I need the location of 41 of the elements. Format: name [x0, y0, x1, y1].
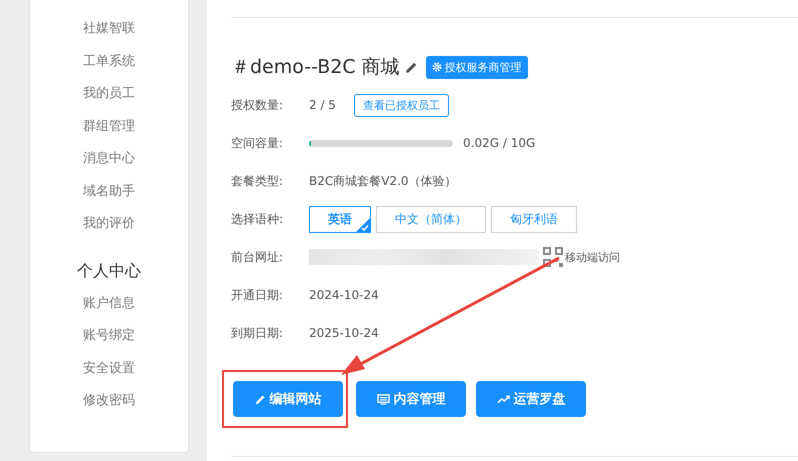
field-label: 开通日期:: [231, 286, 284, 304]
field-label: 套餐类型:: [231, 172, 284, 190]
site-title: ＃demo--B2C 商城: [231, 55, 400, 80]
field-label: 前台网址:: [231, 248, 284, 266]
sidebar-item[interactable]: 账号绑定: [83, 328, 135, 344]
pencil-icon: [254, 394, 266, 404]
sidebar-item[interactable]: 安全设置: [83, 360, 135, 376]
mobile-access-link[interactable]: 移动端访问: [565, 250, 620, 264]
field-label: 到期日期:: [231, 324, 284, 342]
license-count: 2 / 5: [309, 98, 336, 112]
sidebar-item[interactable]: 社媒智联: [83, 21, 135, 37]
check-icon: [356, 218, 370, 232]
action-button[interactable]: 运营罗盘: [476, 381, 586, 417]
trend-icon: [496, 394, 510, 404]
qr-code-icon[interactable]: [543, 247, 563, 267]
sidebar-item[interactable]: 账户信息: [83, 296, 135, 312]
opened-date: 2024-10-24: [309, 288, 379, 302]
language-option[interactable]: 匈牙利语: [491, 206, 577, 232]
action-button[interactable]: 内容管理: [356, 381, 466, 417]
pencil-icon[interactable]: [404, 60, 418, 74]
expiry-date: 2025-10-24: [309, 326, 379, 340]
language-option[interactable]: 中文（简体）: [376, 206, 486, 232]
field-label: 空间容量:: [231, 134, 284, 152]
sidebar-item[interactable]: 工单系统: [83, 54, 135, 70]
manage-providers-button[interactable]: 授权服务商管理: [426, 56, 528, 78]
monitor-icon: [376, 394, 390, 404]
sidebar-item[interactable]: 我的评价: [83, 216, 135, 232]
settings-icon: [432, 62, 442, 72]
field-label: 授权数量:: [231, 96, 284, 114]
language-option[interactable]: 英语: [309, 206, 371, 232]
field-label: 选择语种:: [231, 210, 284, 228]
action-button[interactable]: 编辑网站: [233, 381, 343, 417]
sidebar-item[interactable]: 群组管理: [83, 118, 135, 134]
sidebar-item[interactable]: 域名助手: [83, 184, 135, 200]
sidebar-item[interactable]: 消息中心: [83, 151, 135, 167]
storage-reading: 0.02G / 10G: [463, 136, 536, 150]
plan-value: B2C商城套餐V2.0（体验）: [309, 172, 457, 190]
sidebar-item[interactable]: 修改密码: [83, 393, 135, 409]
view-staff-button[interactable]: 查看已授权员工: [354, 94, 449, 116]
sidebar-item[interactable]: 我的员工: [83, 86, 135, 102]
section-title: 个人中心: [77, 260, 141, 282]
